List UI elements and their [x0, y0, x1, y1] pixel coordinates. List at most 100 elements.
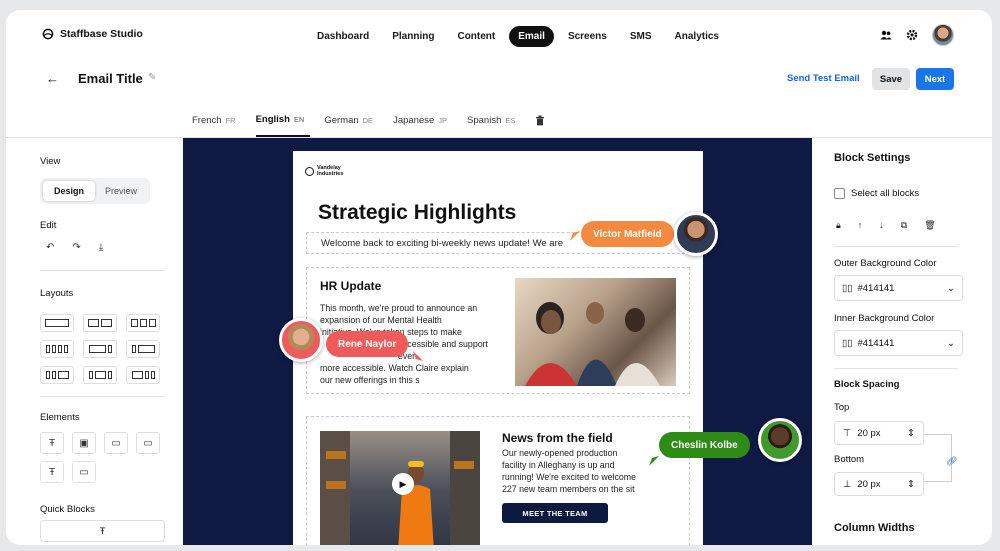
email-header: ← Email Title ✎ Send Test Email Save Nex…	[6, 62, 992, 100]
lang-tab-spanish[interactable]: Spanish ES	[467, 111, 521, 136]
inner-bg-value: #414141	[857, 337, 895, 349]
gear-icon[interactable]	[906, 29, 918, 41]
layout-narrow-narrow-wide[interactable]	[40, 366, 74, 384]
users-icon[interactable]	[880, 29, 892, 41]
email-title[interactable]: Email Title	[78, 71, 143, 86]
brand-name-line2: Industries	[317, 171, 344, 177]
layout-one-column[interactable]	[40, 314, 74, 332]
top-spacing-stepper[interactable]: ⊤ 20 px ⇕	[834, 421, 924, 445]
pencil-icon[interactable]: ✎	[148, 72, 156, 83]
quick-block-text-icon[interactable]: Ŧ	[40, 520, 165, 542]
view-section-label: View	[40, 156, 61, 167]
layout-wide-narrow-narrow[interactable]	[126, 366, 160, 384]
cta-element-icon[interactable]: ▭	[72, 461, 96, 483]
block-settings-title: Block Settings	[834, 152, 911, 164]
back-arrow-icon[interactable]: ←	[46, 71, 59, 86]
news-field-text[interactable]: Our newly-opened production facility in …	[502, 447, 682, 495]
inner-bg-color-select[interactable]: ▯▯ #414141 ⌄	[834, 330, 963, 356]
link-spacing-icon[interactable]: 🔗︎	[946, 456, 957, 467]
move-up-icon[interactable]: ↑	[858, 220, 863, 231]
checkbox-icon[interactable]	[834, 188, 845, 199]
lock-icon[interactable]: 🔒︎	[836, 220, 841, 231]
top-right-actions	[880, 24, 954, 46]
brand-mark-icon	[305, 166, 314, 176]
tab-planning[interactable]: Planning	[383, 26, 443, 47]
hr-team-photo[interactable]	[515, 278, 676, 386]
text-element-icon[interactable]: Ŧ	[40, 432, 64, 454]
image-element-icon[interactable]: ▣	[72, 432, 96, 454]
redo-icon[interactable]: ↷	[72, 242, 80, 253]
trash-icon[interactable]	[535, 115, 545, 126]
play-icon[interactable]: ▶	[392, 473, 414, 495]
divider	[834, 246, 958, 247]
divider	[40, 270, 165, 271]
stepper-arrows-icon[interactable]: ⇕	[907, 479, 915, 490]
language-tabs: French FR English EN German DE Japanese JP S…	[192, 110, 545, 137]
stepper-arrows-icon[interactable]: ⇕	[907, 428, 915, 439]
hr-update-title[interactable]: HR Update	[320, 279, 381, 293]
layouts-section-label: Layouts	[40, 288, 74, 299]
lang-tab-french[interactable]: French FR	[192, 111, 242, 136]
layout-two-columns[interactable]	[83, 314, 117, 332]
main-nav-tabs: Dashboard Planning Content Email Screens…	[308, 26, 728, 47]
design-toggle-button[interactable]: Design	[43, 181, 95, 201]
email-heading[interactable]: Strategic Highlights	[318, 201, 516, 225]
outer-bg-label: Outer Background Color	[834, 258, 937, 269]
edit-section-label: Edit	[40, 220, 57, 231]
app-logo[interactable]: Staffbase Studio	[42, 28, 143, 40]
lang-tab-german[interactable]: German DE	[324, 111, 379, 136]
collab-cursor-victor-icon	[570, 231, 580, 241]
block-actions: 🔒︎ ↑ ↓ ⧉ 🗑︎	[836, 220, 936, 231]
next-button[interactable]: Next	[916, 68, 954, 90]
send-test-email-link[interactable]: Send Test Email	[787, 73, 860, 84]
meet-the-team-button[interactable]: MEET THE TEAM	[502, 503, 608, 523]
layout-narrow-wide-narrow[interactable]	[83, 366, 117, 384]
tab-email[interactable]: Email	[509, 26, 554, 47]
user-avatar[interactable]	[932, 24, 954, 46]
align-top-icon: ⊤	[843, 427, 852, 439]
select-all-blocks-checkbox[interactable]: Select all blocks	[834, 188, 919, 199]
outer-bg-color-select[interactable]: ▯▯ #414141 ⌄	[834, 275, 963, 301]
chevron-down-icon[interactable]: ⌄	[947, 338, 955, 349]
top-spacing-value[interactable]: 20 px	[857, 428, 901, 439]
lang-tab-japanese[interactable]: Japanese JP	[393, 111, 453, 136]
align-bottom-icon: ⊥	[843, 478, 852, 490]
heading-element-icon[interactable]: Ŧ	[40, 461, 64, 483]
tab-sms[interactable]: SMS	[621, 26, 661, 47]
news-field-title[interactable]: News from the field	[502, 431, 613, 445]
delete-icon[interactable]: 🗑︎	[924, 220, 935, 231]
tab-analytics[interactable]: Analytics	[666, 26, 728, 47]
inner-bg-label: Inner Background Color	[834, 313, 935, 324]
button-element-icon[interactable]: ▭	[104, 432, 128, 454]
layout-narrow-wide[interactable]	[126, 340, 160, 358]
collab-tag-rene: Rene Naylor	[326, 331, 409, 357]
move-down-icon[interactable]: ↓	[879, 220, 884, 231]
warehouse-video-thumbnail[interactable]: ▶	[320, 431, 480, 545]
tab-screens[interactable]: Screens	[559, 26, 616, 47]
tab-dashboard[interactable]: Dashboard	[308, 26, 378, 47]
collab-tag-cheslin: Cheslin Kolbe	[659, 432, 750, 458]
save-button[interactable]: Save	[872, 68, 910, 90]
email-canvas: Vandelay Industries Strategic Highlights …	[183, 138, 812, 545]
download-icon[interactable]: ⤓	[99, 242, 103, 253]
duplicate-icon[interactable]: ⧉	[901, 220, 907, 231]
layout-three-columns[interactable]	[126, 314, 160, 332]
tab-content[interactable]: Content	[448, 26, 504, 47]
bottom-spacing-stepper[interactable]: ⊥ 20 px ⇕	[834, 472, 924, 496]
layout-four-columns[interactable]	[40, 340, 74, 358]
staffbase-logo-icon	[42, 28, 54, 40]
collab-avatar-cheslin	[758, 418, 802, 462]
bottom-spacing-value[interactable]: 20 px	[857, 479, 901, 490]
collab-cursor-rene-icon	[413, 351, 423, 361]
elements-grid: Ŧ ▣ ▭ ▭ Ŧ ▭	[40, 432, 160, 483]
column-widths-label: Column Widths	[834, 522, 915, 534]
chevron-down-icon[interactable]: ⌄	[947, 283, 955, 294]
layout-wide-narrow[interactable]	[83, 340, 117, 358]
link-button-element-icon[interactable]: ▭	[136, 432, 160, 454]
undo-icon[interactable]: ↶	[46, 242, 54, 253]
color-swatch-icon: ▯▯	[842, 282, 853, 294]
block-settings-panel: Block Settings Select all blocks 🔒︎ ↑ ↓ …	[812, 138, 992, 545]
lang-tab-english[interactable]: English EN	[255, 110, 311, 137]
preview-toggle-button[interactable]: Preview	[95, 181, 147, 201]
elements-section-label: Elements	[40, 412, 80, 423]
